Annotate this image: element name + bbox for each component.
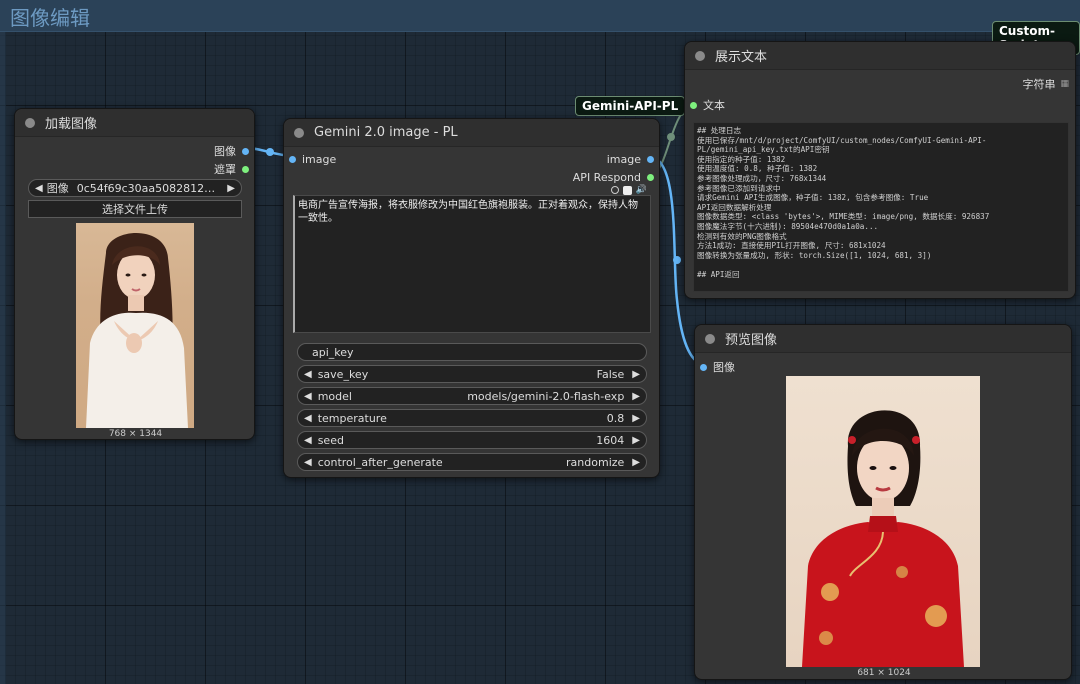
image-select-widget[interactable]: ◀ 图像 0c54f69c30aa508281210... ▶ xyxy=(28,179,242,197)
arrow-right-icon[interactable]: ▶ xyxy=(632,413,640,424)
output-image-label: image xyxy=(606,153,641,166)
arrow-right-icon[interactable]: ▶ xyxy=(632,391,640,402)
load-image-title-bar[interactable]: 加载图像 xyxy=(15,109,254,137)
api-key-widget[interactable]: api_key xyxy=(297,343,647,361)
preview-image-node[interactable]: 预览图像 图像 681 × 1024 xyxy=(694,324,1072,680)
output-image-label: 图像 xyxy=(214,145,236,158)
text-input-label: 文本 xyxy=(703,99,725,112)
arrow-right-icon[interactable]: ▶ xyxy=(632,369,640,380)
text-input-port[interactable] xyxy=(690,101,697,109)
gemini-title-bar[interactable]: Gemini 2.0 image - PL xyxy=(284,119,659,147)
output-respond-label: API Respond xyxy=(572,171,641,184)
collapse-dot-icon[interactable] xyxy=(705,333,715,344)
woman-qipao-portrait-icon xyxy=(802,410,964,667)
input-image-preview xyxy=(76,223,194,428)
model-widget[interactable]: ◀ model models/gemini-2.0-flash-exp ▶ xyxy=(297,387,647,405)
arrow-left-icon[interactable]: ◀ xyxy=(304,435,312,446)
prompt-textarea[interactable]: 电商广告宣传海报，将衣服修改为中国红色旗袍服装。正对着观众，保持人物一致性。 xyxy=(293,195,651,333)
text-input-slot[interactable]: 文本 xyxy=(690,97,725,113)
arrow-left-icon[interactable]: ◀ xyxy=(35,183,43,194)
control-after-generate-value: randomize xyxy=(566,455,625,469)
woman-portrait-icon xyxy=(86,233,188,428)
seed-label: seed xyxy=(317,433,344,447)
string-output-slot[interactable]: 字符串 ▦ xyxy=(1022,76,1069,92)
image-select-value: 0c54f69c30aa508281210... xyxy=(76,181,220,195)
speaker-icon[interactable]: 🔊 xyxy=(636,185,647,195)
arrow-left-icon[interactable]: ◀ xyxy=(304,413,312,424)
output-mask-label: 遮罩 xyxy=(214,163,236,176)
output-image-slot[interactable]: image xyxy=(607,153,654,166)
preview-input-slot[interactable]: 图像 xyxy=(700,359,735,375)
model-label: model xyxy=(317,389,352,403)
control-after-generate-label: control_after_generate xyxy=(317,455,443,469)
group-edge xyxy=(0,32,6,684)
radio-icon[interactable] xyxy=(610,186,619,194)
output-mask-slot[interactable]: 遮罩 xyxy=(214,161,249,177)
preview-input-port[interactable] xyxy=(700,363,707,371)
grid-icon[interactable]: ▦ xyxy=(1060,79,1069,89)
temperature-label: temperature xyxy=(317,411,387,425)
input-image-slot[interactable]: image xyxy=(289,153,336,166)
model-value: models/gemini-2.0-flash-exp xyxy=(467,389,625,403)
gemini-title: Gemini 2.0 image - PL xyxy=(314,125,458,140)
arrow-left-icon[interactable]: ◀ xyxy=(304,391,312,402)
seed-widget[interactable]: ◀ seed 1604 ▶ xyxy=(297,431,647,449)
input-image-dims: 768 × 1344 xyxy=(108,429,163,439)
output-image-slot[interactable]: 图像 xyxy=(214,143,249,159)
save-key-value: False xyxy=(596,367,625,381)
arrow-right-icon[interactable]: ▶ xyxy=(632,457,640,468)
save-key-label: save_key xyxy=(317,367,369,381)
image-select-label: 图像 xyxy=(46,182,69,195)
log-textarea[interactable]: ## 处理日志 使用已保存/mnt/d/project/ComfyUI/cust… xyxy=(693,122,1069,292)
arrow-right-icon[interactable]: ▶ xyxy=(632,435,640,446)
arrow-left-icon[interactable]: ◀ xyxy=(304,457,312,468)
string-output-label: 字符串 xyxy=(1022,78,1056,91)
show-text-node[interactable]: 展示文本 字符串 ▦ 文本 ## 处理日志 使用已保存/mnt/d/projec… xyxy=(684,41,1076,299)
output-image-dims: 681 × 1024 xyxy=(857,668,911,678)
output-image-port[interactable] xyxy=(242,147,249,155)
show-text-title-bar[interactable]: 展示文本 xyxy=(685,42,1075,70)
output-respond-slot[interactable]: API Respond xyxy=(573,171,654,184)
output-respond-port[interactable] xyxy=(647,174,654,181)
api-key-label: api_key xyxy=(312,345,354,359)
wire-midpoint-3 xyxy=(673,256,681,264)
collapse-dot-icon[interactable] xyxy=(294,127,304,138)
show-text-title: 展示文本 xyxy=(715,50,768,65)
preview-title: 预览图像 xyxy=(725,333,778,348)
gemini-api-badge[interactable]: Gemini-API-PL xyxy=(575,96,686,116)
preview-input-label: 图像 xyxy=(713,361,735,374)
load-image-node[interactable]: 加载图像 图像 遮罩 ◀ 图像 0c54f69c30aa508281210...… xyxy=(14,108,255,440)
collapse-dot-icon[interactable] xyxy=(695,50,705,61)
load-image-title: 加载图像 xyxy=(45,117,98,132)
collapse-dot-icon[interactable] xyxy=(25,117,35,128)
save-key-widget[interactable]: ◀ save_key False ▶ xyxy=(297,365,647,383)
arrow-left-icon[interactable]: ◀ xyxy=(304,369,312,380)
output-mask-port[interactable] xyxy=(242,165,249,173)
arrow-right-icon[interactable]: ▶ xyxy=(227,183,235,194)
output-image-preview xyxy=(786,376,980,667)
prompt-toolbar: 🔊 xyxy=(610,185,647,195)
output-image-port[interactable] xyxy=(647,156,654,163)
temperature-widget[interactable]: ◀ temperature 0.8 ▶ xyxy=(297,409,647,427)
upload-button[interactable]: 选择文件上传 xyxy=(28,200,242,218)
checkbox-icon[interactable] xyxy=(622,185,632,195)
gemini-node[interactable]: Gemini 2.0 image - PL image image API Re… xyxy=(283,118,660,478)
preview-title-bar[interactable]: 预览图像 xyxy=(695,325,1071,353)
wire-midpoint-1 xyxy=(266,148,274,156)
input-image-port[interactable] xyxy=(289,156,296,163)
group-header[interactable]: 图像编辑 xyxy=(0,0,1080,32)
input-image-label: image xyxy=(302,153,337,166)
seed-value: 1604 xyxy=(596,433,625,447)
temperature-value: 0.8 xyxy=(606,411,625,425)
wire-midpoint-2 xyxy=(667,133,675,141)
control-after-generate-widget[interactable]: ◀ control_after_generate randomize ▶ xyxy=(297,453,647,471)
group-title: 图像编辑 xyxy=(10,6,90,30)
